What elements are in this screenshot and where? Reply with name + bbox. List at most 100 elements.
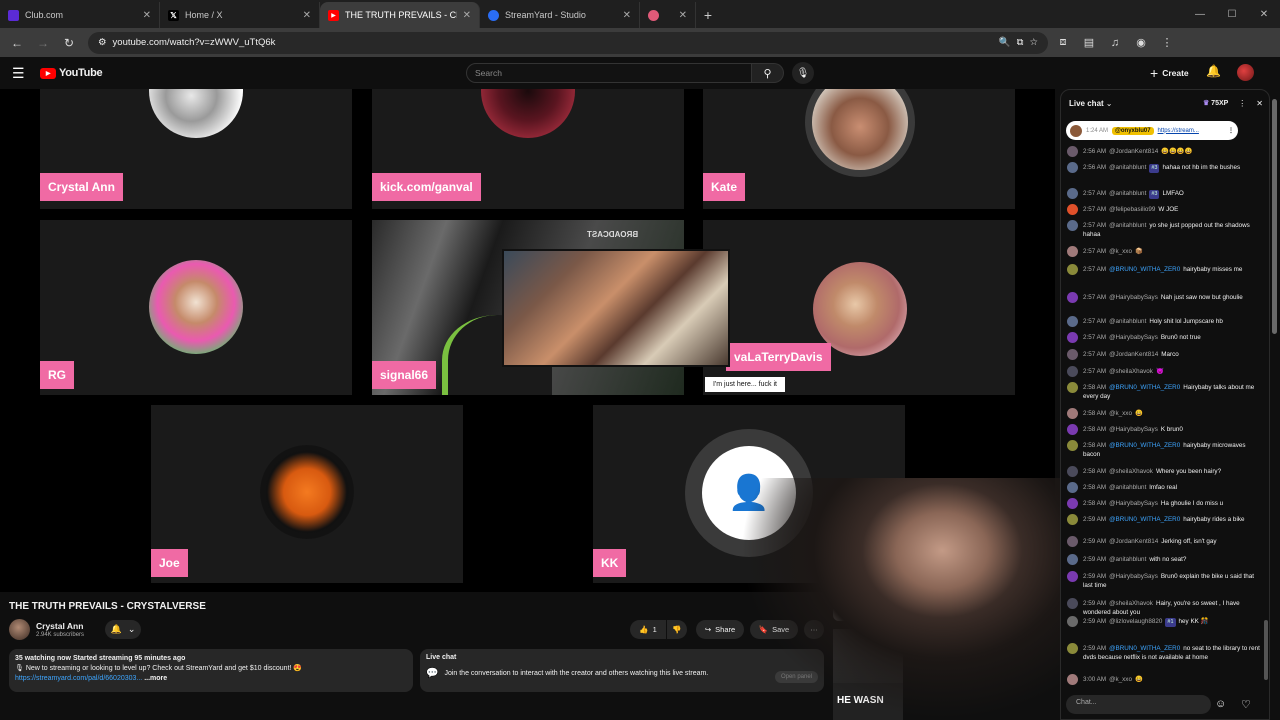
chat-author-avatar[interactable]: [1067, 674, 1078, 685]
description-more[interactable]: ...more: [144, 675, 167, 682]
search-input[interactable]: Search: [466, 63, 752, 83]
share-button[interactable]: ↪ Share: [696, 620, 744, 639]
live-chat-title[interactable]: Live chat: [1069, 99, 1104, 108]
chat-author-avatar[interactable]: [1067, 616, 1078, 627]
chat-author-avatar[interactable]: [1067, 349, 1078, 360]
sidebar-icon[interactable]: ▤: [1078, 32, 1100, 54]
channel-avatar[interactable]: [9, 619, 30, 640]
description-link[interactable]: https://streamyard.com/pal/d/66020303...: [15, 675, 142, 682]
new-tab-button[interactable]: +: [696, 2, 720, 28]
chip-from-channel[interactable]: From Crys: [856, 605, 902, 621]
chat-message[interactable]: 2:57 AM @felipebasilio99 W JOE: [1067, 204, 1263, 215]
emoji-icon[interactable]: ☺: [1215, 698, 1226, 710]
chat-message[interactable]: 2:57 AM @sheilaXhavok 😈: [1067, 366, 1263, 377]
chat-author-avatar[interactable]: [1067, 382, 1078, 393]
close-tab-icon[interactable]: ✕: [679, 10, 687, 21]
close-window-icon[interactable]: ✕: [1248, 9, 1280, 20]
more-actions-button[interactable]: ⋯: [804, 620, 824, 639]
video-player[interactable]: Crystal Ann kick.com/ganval Kate RG BROA…: [0, 89, 1055, 592]
close-tab-icon[interactable]: ✕: [303, 10, 311, 21]
chat-author[interactable]: @BRUN0_WITHA_ZER0: [1109, 384, 1180, 391]
chat-author[interactable]: @k_xxo: [1109, 410, 1132, 417]
youtube-logo[interactable]: ▶ YouTube: [40, 67, 103, 79]
page-scrollbar-thumb[interactable]: [1272, 99, 1277, 334]
close-tab-icon[interactable]: ✕: [143, 10, 151, 21]
chat-author[interactable]: @lizlovelaugh8820: [1109, 618, 1162, 625]
minimize-icon[interactable]: —: [1184, 9, 1216, 20]
close-tab-icon[interactable]: ✕: [623, 10, 631, 21]
chat-message[interactable]: 2:58 AM @anitahblunt lmfao real: [1067, 482, 1263, 493]
chat-message[interactable]: 2:59 AM @lizlovelaugh8820 #1 hey KK 🎊: [1067, 616, 1263, 627]
bookmark-star-icon[interactable]: ☆: [1029, 37, 1038, 48]
chat-message[interactable]: 2:56 AM @JordanKent814 😀😀😀😀: [1067, 146, 1263, 157]
chat-author[interactable]: @felipebasilio99: [1109, 206, 1155, 213]
tab-x[interactable]: 𝕏 Home / X ✕: [160, 2, 320, 28]
chat-author-avatar[interactable]: [1067, 482, 1078, 493]
chat-author-avatar[interactable]: [1067, 424, 1078, 435]
chat-message[interactable]: 2:59 AM @BRUN0_WITHA_ZER0 hairybaby rides …: [1067, 514, 1263, 525]
extensions-icon[interactable]: ⧈: [1052, 32, 1074, 54]
chat-author-avatar[interactable]: [1067, 332, 1078, 343]
chat-message[interactable]: 2:57 AM @anitahblunt yo she just popped ou…: [1067, 220, 1263, 239]
chat-author-avatar[interactable]: [1067, 571, 1078, 582]
chat-author-avatar[interactable]: [1067, 162, 1078, 173]
chat-author-avatar[interactable]: [1067, 466, 1078, 477]
chat-author-avatar[interactable]: [1067, 643, 1078, 654]
chat-author-avatar[interactable]: [1067, 366, 1078, 377]
chat-author[interactable]: @k_xxo: [1109, 676, 1132, 683]
xp-badge[interactable]: ♛ 75XP: [1203, 99, 1228, 107]
chat-author-avatar[interactable]: [1067, 408, 1078, 419]
like-button[interactable]: 👍 1: [630, 620, 666, 639]
search-button[interactable]: ⚲: [752, 63, 784, 83]
chat-input[interactable]: Chat...: [1066, 695, 1211, 714]
chat-author[interactable]: @sheilaXhavok: [1109, 368, 1153, 375]
chat-author[interactable]: @HairybabySays: [1109, 500, 1158, 507]
voice-search-button[interactable]: 🎙: [792, 62, 814, 84]
chat-message[interactable]: 2:57 AM @JordanKent814 Marco: [1067, 349, 1263, 360]
chat-author-avatar[interactable]: [1067, 554, 1078, 565]
chat-author[interactable]: @BRUN0_WITHA_ZER0: [1109, 266, 1180, 273]
chat-message[interactable]: 2:57 AM @HairybabySays Nah just saw now bu…: [1067, 292, 1263, 303]
description-box[interactable]: 35 watching now Started streaming 95 min…: [9, 649, 413, 692]
chat-author[interactable]: @BRUN0_WITHA_ZER0: [1109, 516, 1180, 523]
chat-author[interactable]: @HairybabySays: [1109, 294, 1158, 301]
chat-author-avatar[interactable]: [1067, 292, 1078, 303]
maximize-icon[interactable]: ☐: [1216, 9, 1248, 20]
chip-all[interactable]: All: [833, 605, 853, 621]
chat-author-avatar[interactable]: [1067, 146, 1078, 157]
hamburger-menu-icon[interactable]: ☰: [12, 65, 28, 82]
chat-message[interactable]: 2:59 AM @HairybabySays Brun0 explain the b…: [1067, 571, 1263, 590]
account-avatar[interactable]: [1237, 64, 1254, 81]
chat-author-avatar[interactable]: [1067, 498, 1078, 509]
chat-author[interactable]: @anitahblunt: [1109, 556, 1146, 563]
close-tab-icon[interactable]: ✕: [463, 10, 471, 21]
notifications-bell-icon[interactable]: 🔔: [1206, 64, 1221, 78]
notifications-button[interactable]: 🔔 ⌄: [105, 620, 141, 639]
open-panel-button[interactable]: Open panel: [774, 671, 818, 683]
chat-author[interactable]: @anitahblunt: [1109, 222, 1146, 229]
zoom-icon[interactable]: 🔍: [999, 37, 1011, 48]
save-button[interactable]: 🔖 Save: [750, 620, 798, 639]
chat-message[interactable]: 2:58 AM @sheilaXhavok Where you been hairy…: [1067, 466, 1263, 477]
browser-menu-icon[interactable]: ⋮: [1156, 32, 1178, 54]
chat-author-avatar[interactable]: [1067, 264, 1078, 275]
chat-message[interactable]: 2:58 AM @HairybabySays K brun0: [1067, 424, 1263, 435]
chat-author[interactable]: @sheilaXhavok: [1109, 468, 1153, 475]
profile-icon[interactable]: ◉: [1130, 32, 1152, 54]
chat-message[interactable]: 2:57 AM @anitahblunt #3 LMFAO: [1067, 188, 1263, 199]
pinned-menu-icon[interactable]: ⋮: [1228, 127, 1234, 134]
chat-message[interactable]: 2:59 AM @JordanKent814 Jerking off, isn't …: [1067, 536, 1263, 547]
url-field[interactable]: ⚙ youtube.com/watch?v=zWWV_uTtQ6k 🔍 ⧉ ☆: [88, 31, 1048, 54]
chat-message[interactable]: 2:59 AM @BRUN0_WITHA_ZER0 no seat to the l…: [1067, 643, 1263, 662]
chat-author[interactable]: @JordanKent814: [1109, 538, 1158, 545]
chat-message[interactable]: 2:58 AM @BRUN0_WITHA_ZER0 hairybaby microw…: [1067, 440, 1263, 459]
dislike-button[interactable]: 👎: [667, 620, 687, 639]
chat-author-avatar[interactable]: [1067, 440, 1078, 451]
chat-author-avatar[interactable]: [1067, 514, 1078, 525]
chat-author[interactable]: @anitahblunt: [1109, 164, 1146, 171]
chat-author-avatar[interactable]: [1067, 598, 1078, 609]
chat-author[interactable]: @sheilaXhavok: [1109, 600, 1153, 607]
chat-menu-icon[interactable]: ⋮: [1238, 99, 1246, 108]
page-scrollbar[interactable]: [1270, 89, 1280, 720]
chat-message[interactable]: 2:57 AM @HairybabySays Brun0 not true: [1067, 332, 1263, 343]
